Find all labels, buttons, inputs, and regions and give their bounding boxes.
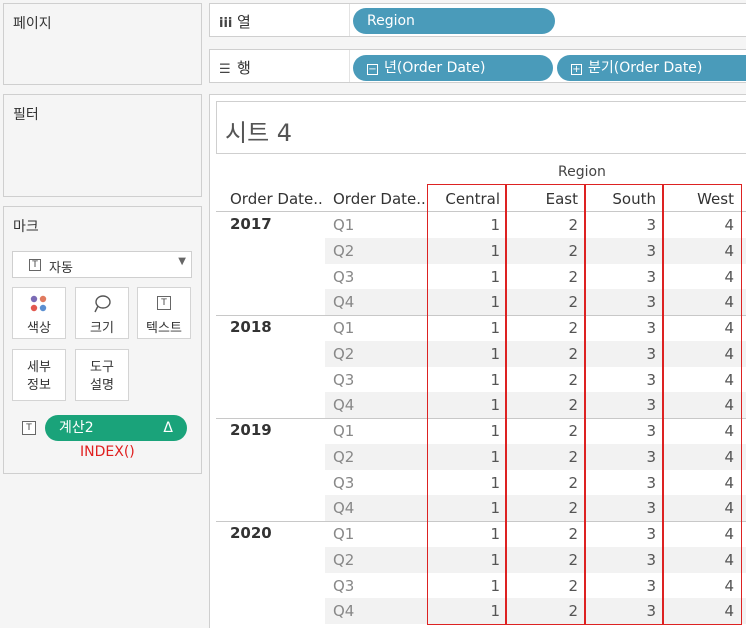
filters-title: 필터 (13, 107, 39, 123)
row-header-quarter[interactable]: Order Date.. (333, 190, 426, 208)
quarter-label[interactable]: Q3 (333, 474, 354, 492)
row-header-year[interactable]: Order Date.. (230, 190, 323, 208)
mark-type-label: 자동 (49, 261, 73, 276)
text-label: 텍스트 (146, 321, 182, 336)
delta-icon: Δ (163, 420, 173, 436)
text-button[interactable]: T 텍스트 (137, 287, 191, 339)
columns-shelf[interactable]: iii 열 Region (209, 3, 746, 37)
detail-label-2: 정보 (27, 378, 51, 393)
quarter-label[interactable]: Q4 (333, 396, 354, 414)
year-label[interactable]: 2020 (230, 524, 272, 542)
year-label[interactable]: 2018 (230, 318, 272, 336)
filters-panel[interactable]: 필터 (3, 94, 202, 197)
quarter-label[interactable]: Q4 (333, 499, 354, 517)
quarter-label[interactable]: Q1 (333, 319, 354, 337)
region-column-header: Region (558, 164, 606, 180)
detail-label-1: 세부 (27, 360, 51, 375)
quarter-label[interactable]: Q3 (333, 371, 354, 389)
expand-icon[interactable]: + (571, 64, 582, 75)
text-icon: T (157, 296, 171, 310)
color-label: 색상 (27, 321, 51, 336)
calc-field-pill[interactable]: 계산2 Δ (45, 415, 187, 441)
shelf-divider (349, 50, 350, 82)
quarter-label[interactable]: Q3 (333, 268, 354, 286)
size-lasso-icon (94, 295, 111, 313)
chevron-down-icon: ▼ (178, 256, 186, 267)
tooltip-label-2: 설명 (90, 378, 114, 393)
quarter-label[interactable]: Q1 (333, 216, 354, 234)
detail-button[interactable]: 세부 정보 (12, 349, 66, 401)
highlight-box-west (663, 184, 742, 625)
marks-title: 마크 (13, 219, 39, 235)
text-mark-icon: T (29, 259, 41, 271)
sheet-title-box (216, 101, 746, 154)
calc-formula-annotation: INDEX() (80, 444, 135, 460)
quarter-label[interactable]: Q3 (333, 577, 354, 595)
highlight-box-central (427, 184, 506, 625)
highlight-box-east (506, 184, 585, 625)
columns-shelf-label: iii 열 (219, 13, 251, 31)
sheet-title: 시트 4 (225, 119, 293, 147)
mark-type-dropdown[interactable]: T 자동 ▼ (12, 251, 192, 278)
calc-field-name: 계산2 (59, 420, 94, 436)
highlight-box-south (585, 184, 663, 625)
tooltip-label-1: 도구 (90, 360, 114, 375)
size-button[interactable]: 크기 (75, 287, 129, 339)
color-button[interactable]: 색상 (12, 287, 66, 339)
quarter-label[interactable]: Q4 (333, 293, 354, 311)
pages-panel[interactable]: 페이지 (3, 3, 202, 85)
quarter-label[interactable]: Q1 (333, 525, 354, 543)
year-label[interactable]: 2017 (230, 215, 272, 233)
quarter-label[interactable]: Q2 (333, 448, 354, 466)
size-label: 크기 (90, 321, 114, 336)
columns-icon: iii (219, 16, 233, 31)
tooltip-button[interactable]: 도구 설명 (75, 349, 129, 401)
rows-shelf[interactable]: ☰ 행 − 년(Order Date) + 분기(Order Date) (209, 49, 746, 83)
quarter-label[interactable]: Q1 (333, 422, 354, 440)
region-column-pill[interactable]: Region (353, 8, 555, 34)
quarter-label[interactable]: Q4 (333, 602, 354, 620)
quarter-label[interactable]: Q2 (333, 345, 354, 363)
rows-shelf-label: ☰ 행 (219, 59, 251, 77)
shelf-divider (349, 4, 350, 36)
quarter-label[interactable]: Q2 (333, 551, 354, 569)
quarter-row-pill[interactable]: + 분기(Order Date) (557, 55, 746, 81)
rows-icon: ☰ (219, 62, 231, 77)
year-row-pill[interactable]: − 년(Order Date) (353, 55, 553, 81)
color-palette-icon (30, 295, 47, 312)
collapse-icon[interactable]: − (367, 64, 378, 75)
quarter-label[interactable]: Q2 (333, 242, 354, 260)
text-encoding-icon: T (22, 421, 36, 435)
pages-title: 페이지 (13, 16, 52, 32)
year-label[interactable]: 2019 (230, 421, 272, 439)
